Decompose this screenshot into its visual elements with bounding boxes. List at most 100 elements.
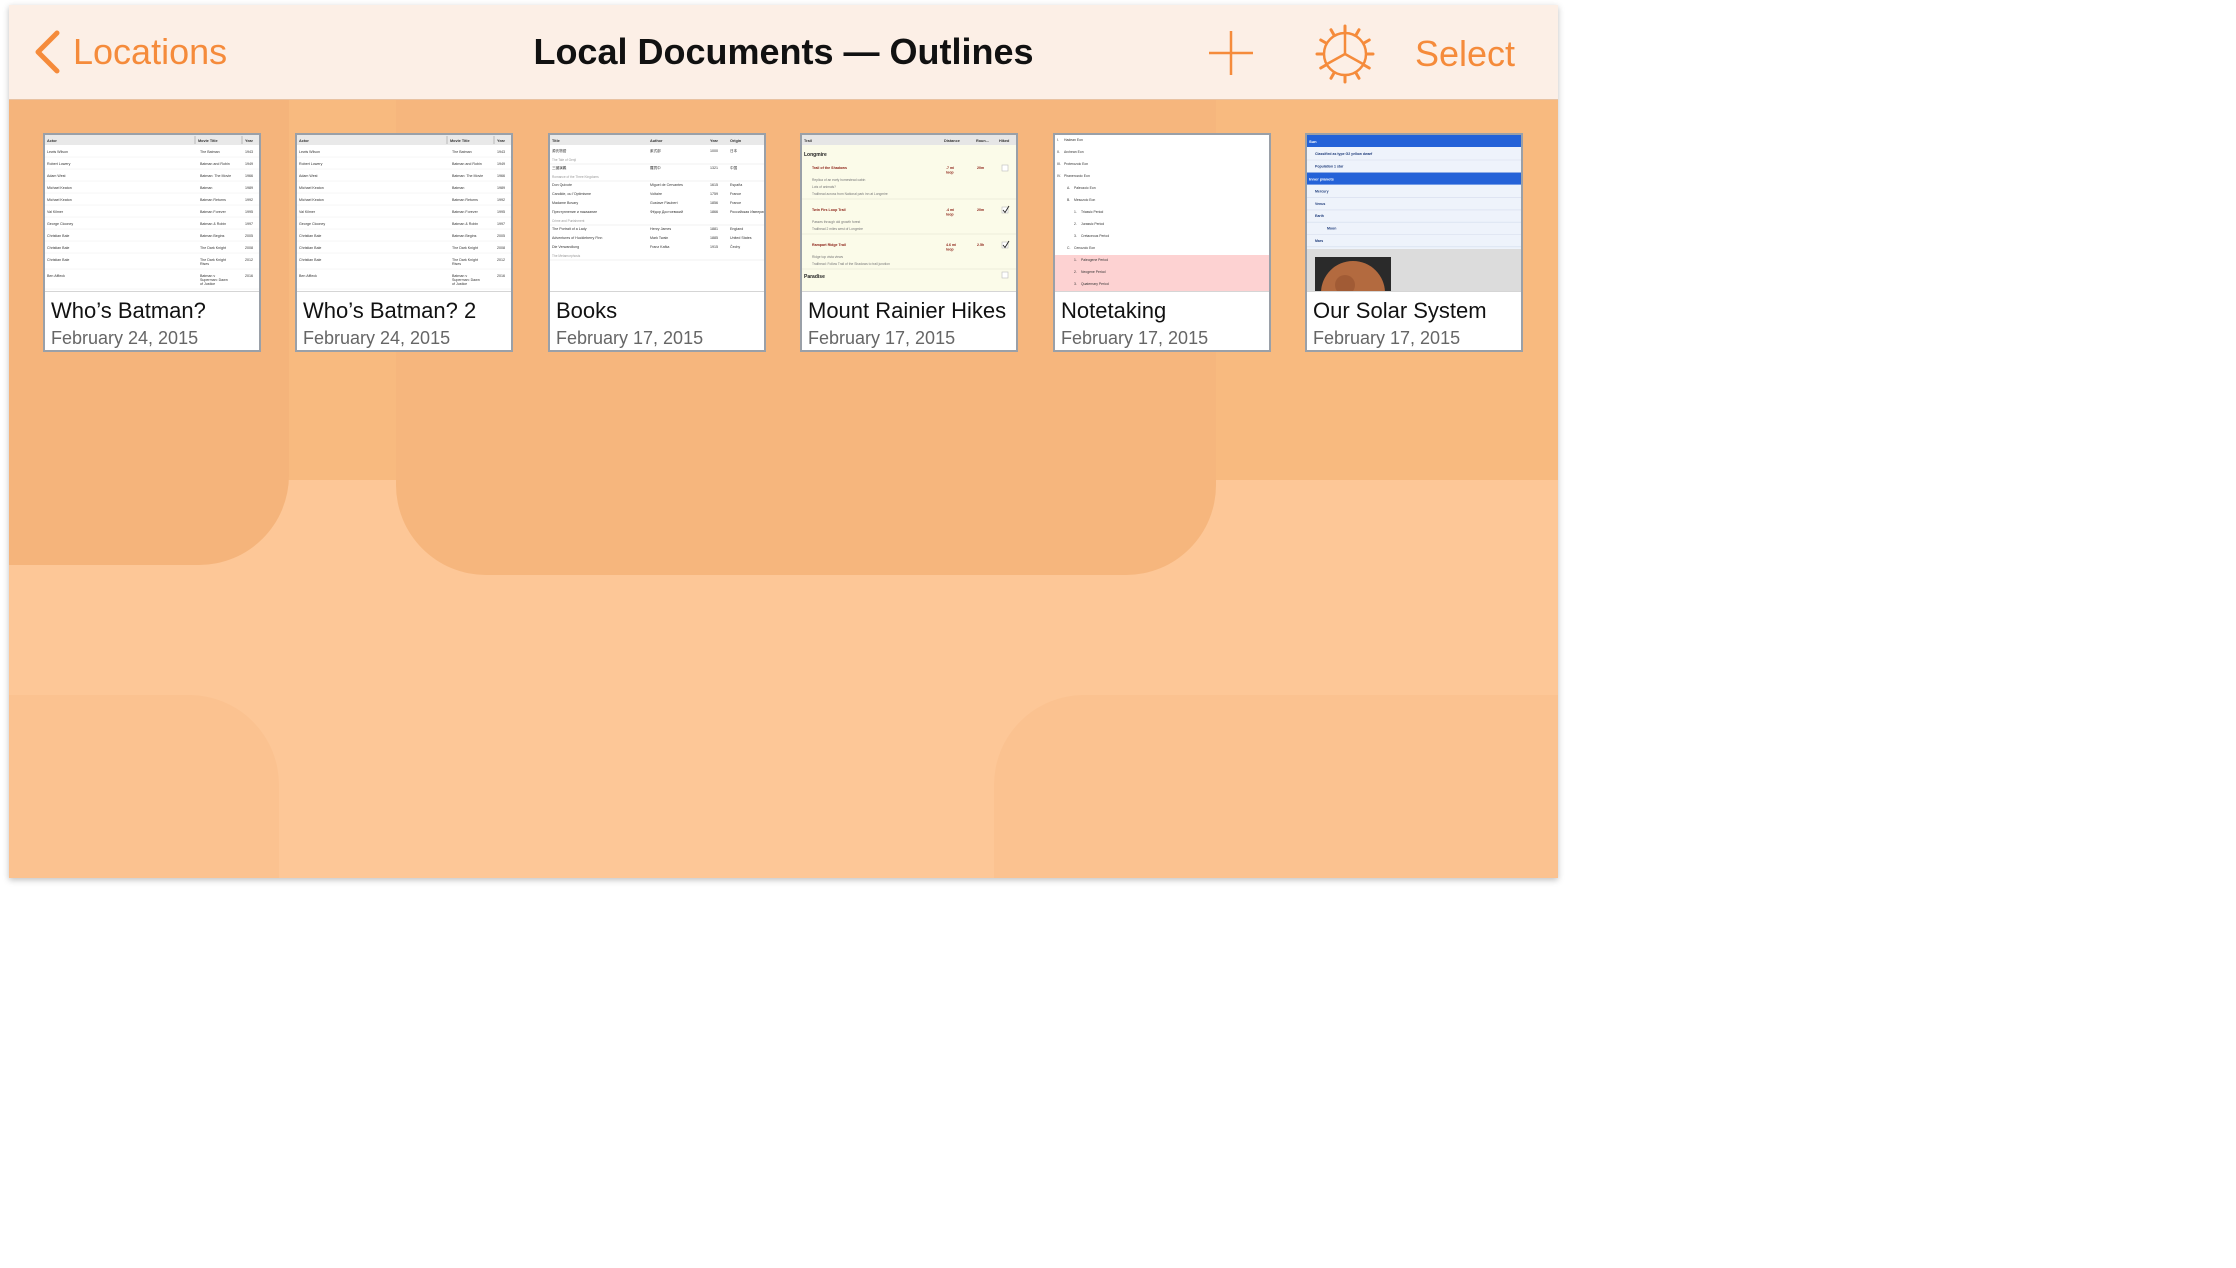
trail-distance: loop bbox=[946, 171, 954, 175]
table-cell: George Clooney bbox=[299, 222, 325, 226]
table-cell: The Dark Knight bbox=[200, 246, 226, 250]
table-cell: 2008 bbox=[245, 246, 253, 250]
document-title: Notetaking bbox=[1061, 298, 1167, 323]
table-cell: 1321 bbox=[710, 166, 718, 170]
document-caption: Notetaking February 17, 2015 bbox=[1055, 291, 1269, 350]
trail-distance: 4.6 mi bbox=[946, 243, 956, 247]
document-title: Who’s Batman? 2 bbox=[303, 298, 477, 323]
table-cell: Christian Bale bbox=[47, 246, 69, 250]
table-cell: Batman and Robin bbox=[452, 162, 482, 166]
table-cell: Christian Bale bbox=[47, 234, 69, 238]
table-cell: Christian Bale bbox=[299, 258, 321, 262]
outline-item: Moon bbox=[1327, 227, 1336, 231]
table-cell: Val Kilmer bbox=[299, 210, 316, 214]
hiked-checkbox bbox=[1001, 271, 1009, 279]
outline-item: Earth bbox=[1315, 214, 1324, 218]
column-header: Roun... bbox=[976, 139, 989, 143]
table-cell: Фёдор Достоевский bbox=[650, 210, 683, 214]
table-cell: 中国 bbox=[730, 165, 738, 170]
table-cell: 1989 bbox=[497, 186, 505, 190]
trail-time: 20m bbox=[977, 208, 984, 212]
thumbnail-background bbox=[802, 135, 1016, 291]
table-cell: of Justice bbox=[452, 282, 467, 286]
outline-number: IV. bbox=[1057, 174, 1061, 178]
table-cell: Batman Forever bbox=[200, 210, 227, 214]
document-tile[interactable]: Trail Distance Roun... Hiked Longmire Trail o… bbox=[800, 133, 1018, 352]
table-cell: France bbox=[730, 201, 741, 205]
outline-text: Quaternary Period bbox=[1081, 282, 1109, 286]
table-cell: France bbox=[730, 192, 741, 196]
table-cell: Michael Keaton bbox=[299, 198, 324, 202]
table-cell: Christian Bale bbox=[299, 246, 321, 250]
document-thumbnail: I. Hadean Eon II. Archean Eon III. Proterozoi… bbox=[1055, 135, 1269, 291]
table-cell: 日本 bbox=[730, 148, 738, 153]
select-button[interactable]: Select bbox=[1415, 33, 1515, 75]
document-caption: Who’s Batman? February 24, 2015 bbox=[45, 291, 259, 350]
document-tile[interactable]: Actor Movie Title Year Lewis Wilson The Batm… bbox=[295, 133, 513, 352]
table-cell: Batman & Robin bbox=[200, 222, 226, 226]
table-cell: 1885 bbox=[710, 236, 718, 240]
trail-note: Lots of animals? bbox=[812, 185, 836, 189]
table-cell: Lewis Wilson bbox=[299, 150, 320, 154]
outline-number: B. bbox=[1067, 198, 1070, 202]
table-cell: 2012 bbox=[245, 258, 253, 262]
table-cell: 1943 bbox=[497, 150, 505, 154]
table-cell: Candide, ou l'Optimisme bbox=[552, 192, 591, 196]
document-caption: Books February 17, 2015 bbox=[550, 291, 764, 350]
table-cell: Val Kilmer bbox=[47, 210, 64, 214]
background-shape bbox=[994, 695, 1558, 878]
document-preview: Title Author Year Origin 源氏物語 紫式部 1000 日本 The Ta… bbox=[550, 135, 764, 261]
trail-note: Trailhead across from National park inn … bbox=[812, 192, 888, 196]
gear-tooth bbox=[1362, 63, 1371, 70]
document-preview: Sun Classified as type G2 yellow dwarf Pop… bbox=[1307, 135, 1521, 291]
column-header: Origin bbox=[730, 139, 742, 143]
trail-note: Trailhead 2 miles west of Longmire bbox=[812, 227, 863, 231]
gear-icon[interactable] bbox=[1314, 23, 1376, 85]
table-cell: Voltaire bbox=[650, 192, 662, 196]
table-cell: Batman & Robin bbox=[452, 222, 478, 226]
table-cell: Robert Lowery bbox=[47, 162, 71, 166]
table-cell: The Portrait of a Lady bbox=[552, 227, 587, 231]
table-cell: 2005 bbox=[497, 234, 505, 238]
table-cell: 1000 bbox=[710, 149, 718, 153]
document-thumbnail: Sun Classified as type G2 yellow dwarf Pop… bbox=[1307, 135, 1521, 291]
trail-note: Replica of an early homestead cabin bbox=[812, 178, 865, 182]
table-note: The Tale of Genji bbox=[552, 158, 576, 162]
document-tile[interactable]: I. Hadean Eon II. Archean Eon III. Proterozoi… bbox=[1053, 133, 1271, 352]
table-cell: Mark Twain bbox=[650, 236, 668, 240]
trail-time: 20m bbox=[977, 166, 984, 170]
table-cell: 1966 bbox=[245, 174, 253, 178]
table-cell: 1992 bbox=[245, 198, 253, 202]
table-cell: Robert Lowery bbox=[299, 162, 323, 166]
table-cell: 1915 bbox=[710, 245, 718, 249]
table-cell: Don Quixote bbox=[552, 183, 572, 187]
outline-text: Archean Eon bbox=[1064, 150, 1084, 154]
column-header: Movie Title bbox=[450, 139, 470, 143]
outline-text: Neogene Period bbox=[1081, 270, 1106, 274]
column-header: Year bbox=[710, 139, 719, 143]
table-cell: Gustave Flaubert bbox=[650, 201, 678, 205]
table-cell: 羅貫中 bbox=[650, 165, 661, 170]
outline-text: Paleogene Period bbox=[1081, 258, 1108, 262]
table-cell: 1997 bbox=[497, 222, 505, 226]
table-cell: Batman bbox=[200, 186, 212, 190]
table-cell: of Justice bbox=[200, 282, 215, 286]
outline-number: 1. bbox=[1074, 210, 1077, 214]
plus-icon[interactable] bbox=[1205, 27, 1257, 79]
table-cell: 1881 bbox=[710, 227, 718, 231]
document-preview: Trail Distance Roun... Hiked Longmire Trail o… bbox=[802, 135, 1016, 291]
gear-tooth bbox=[1319, 38, 1328, 45]
outline-item: Venus bbox=[1315, 202, 1325, 206]
column-header: Trail bbox=[804, 139, 812, 143]
document-tile[interactable]: Sun Classified as type G2 yellow dwarf Pop… bbox=[1305, 133, 1523, 352]
document-caption: Who’s Batman? 2 February 24, 2015 bbox=[297, 291, 511, 350]
table-cell: 1997 bbox=[245, 222, 253, 226]
column-header: Title bbox=[552, 139, 560, 143]
document-tile[interactable]: Actor Movie Title Year Lewis Wilson The Batm… bbox=[43, 133, 261, 352]
document-tile[interactable]: Title Author Year Origin 源氏物語 紫式部 1000 日本 The Ta… bbox=[548, 133, 766, 352]
table-cell: Adventures of Huckleberry Finn bbox=[552, 236, 602, 240]
outline-text: Paleozoic Eon bbox=[1074, 186, 1096, 190]
trail-distance: .4 mi bbox=[946, 208, 954, 212]
document-date: February 17, 2015 bbox=[1313, 328, 1461, 348]
table-cell: Michael Keaton bbox=[47, 198, 72, 202]
